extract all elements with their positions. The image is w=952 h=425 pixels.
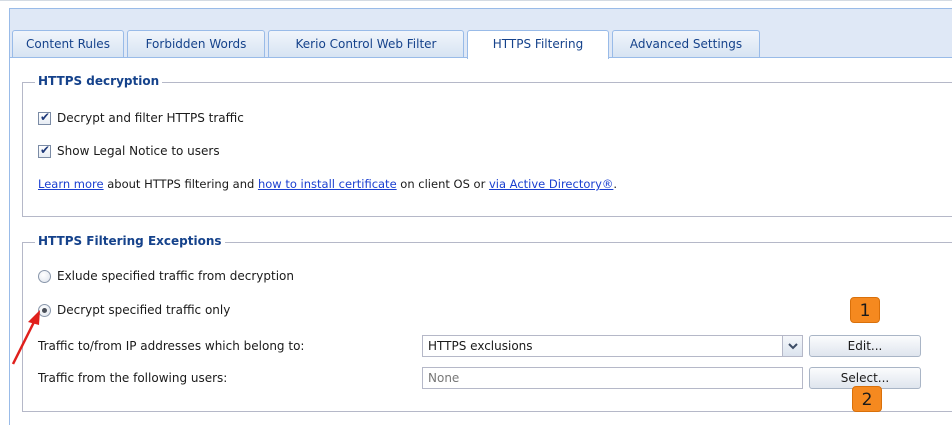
red-arrow-icon xyxy=(11,310,40,365)
tab-https-filtering[interactable]: HTTPS Filtering xyxy=(467,30,609,59)
